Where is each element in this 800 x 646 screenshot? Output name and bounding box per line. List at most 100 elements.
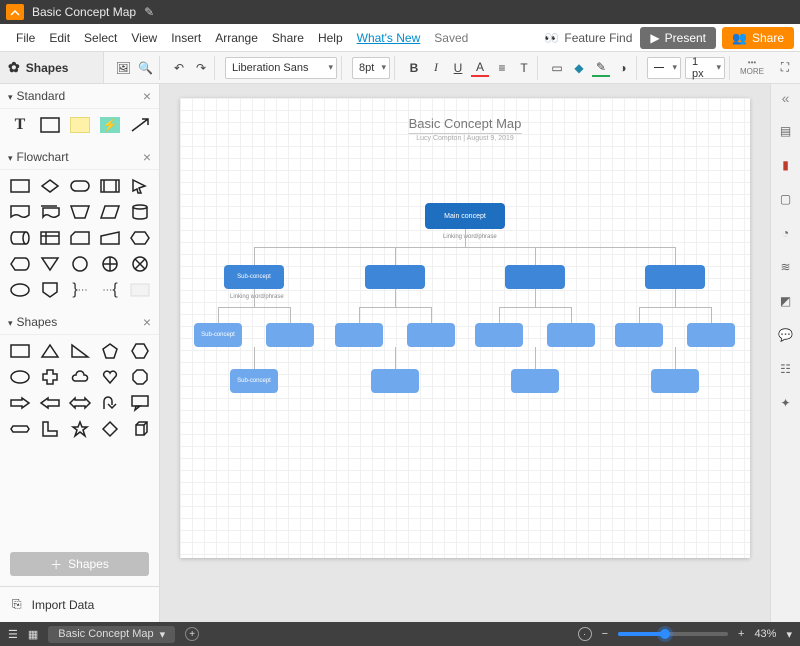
canvas-page[interactable]: Basic Concept Map Lucy Compton | August …	[180, 98, 750, 558]
menu-share[interactable]: Share	[272, 31, 304, 45]
section-shapes[interactable]: ▾Shapes ×	[0, 310, 159, 335]
fc-terminator[interactable]	[68, 176, 92, 196]
sh-banner[interactable]	[8, 419, 32, 439]
search-icon[interactable]: 🔍	[137, 59, 155, 77]
fc-merge[interactable]	[38, 254, 62, 274]
history-icon[interactable]: ◔	[777, 224, 795, 242]
image-icon[interactable]: 🖼	[114, 59, 132, 77]
sh-arr-lr[interactable]	[68, 393, 92, 413]
bold-icon[interactable]: B	[405, 59, 423, 77]
fc-manual-op[interactable]	[68, 202, 92, 222]
node-sub-3[interactable]	[505, 265, 565, 289]
fc-display[interactable]	[8, 254, 32, 274]
font-size-select[interactable]: 8pt	[352, 57, 390, 79]
text-shape[interactable]: T	[8, 115, 32, 135]
node-r3-1[interactable]: Sub-concept	[194, 323, 242, 347]
sh-rect[interactable]	[8, 341, 32, 361]
gear-icon[interactable]: ✿	[8, 59, 20, 76]
sh-arr-r[interactable]	[8, 393, 32, 413]
border-color-icon[interactable]: ✎	[592, 59, 610, 77]
zoom-fit-icon[interactable]: ·	[578, 627, 592, 641]
fc-data[interactable]	[98, 202, 122, 222]
menu-arrange[interactable]: Arrange	[215, 31, 258, 45]
fc-process[interactable]	[8, 176, 32, 196]
fc-brace-open[interactable]: }⋯	[68, 280, 92, 300]
page-tab[interactable]: Basic Concept Map▾	[48, 626, 175, 643]
fc-card[interactable]	[68, 228, 92, 248]
align-icon[interactable]: ≡	[493, 59, 511, 77]
node-sub-1[interactable]: Sub-concept	[224, 265, 284, 289]
sh-lsh[interactable]	[38, 419, 62, 439]
node-sub-2[interactable]	[365, 265, 425, 289]
node-r3-5[interactable]	[475, 323, 523, 347]
fc-direct[interactable]	[8, 228, 32, 248]
chat-icon[interactable]: 💬	[777, 326, 795, 344]
canvas-area[interactable]: Basic Concept Map Lucy Compton | August …	[160, 84, 770, 622]
node-r4-1[interactable]: Sub-concept	[230, 369, 278, 393]
comments-icon[interactable]: ▮	[777, 156, 795, 174]
sh-cross[interactable]	[38, 367, 62, 387]
fc-database[interactable]	[128, 202, 152, 222]
arrow-shape[interactable]	[128, 115, 152, 135]
collapse-icon[interactable]: «	[782, 90, 790, 106]
fc-offpage[interactable]	[38, 280, 62, 300]
feature-find[interactable]: 👀 Feature Find	[544, 31, 632, 45]
fill-color-icon[interactable]: ◆	[570, 59, 588, 77]
document-title[interactable]: Basic Concept Map	[32, 5, 136, 19]
zoom-value[interactable]: 43%	[754, 628, 776, 640]
sh-rtri[interactable]	[68, 341, 92, 361]
node-r3-2[interactable]	[266, 323, 314, 347]
menu-whats-new[interactable]: What's New	[357, 31, 421, 45]
fc-internal[interactable]	[38, 228, 62, 248]
toolbar-more[interactable]: •••MORE	[740, 59, 764, 77]
add-page-icon[interactable]: +	[185, 627, 199, 641]
node-sub-4[interactable]	[645, 265, 705, 289]
redo-icon[interactable]: ↷	[192, 59, 210, 77]
node-main-concept[interactable]: Main concept	[425, 203, 505, 229]
fc-decision[interactable]	[38, 176, 62, 196]
close-icon[interactable]: ×	[143, 314, 151, 330]
menu-edit[interactable]: Edit	[49, 31, 70, 45]
fc-predefined[interactable]	[98, 176, 122, 196]
close-icon[interactable]: ×	[143, 149, 151, 165]
menu-help[interactable]: Help	[318, 31, 343, 45]
fc-manual-input[interactable]	[98, 228, 122, 248]
node-r4-3[interactable]	[511, 369, 559, 393]
line-style-select[interactable]	[647, 57, 681, 79]
menu-insert[interactable]: Insert	[171, 31, 201, 45]
sh-oct[interactable]	[128, 367, 152, 387]
sh-hex[interactable]	[128, 341, 152, 361]
layers-icon[interactable]: ≋	[777, 258, 795, 276]
sh-diamond[interactable]	[98, 419, 122, 439]
fc-or[interactable]	[128, 254, 152, 274]
text-color-icon[interactable]: A	[471, 59, 489, 77]
fc-document[interactable]	[8, 202, 32, 222]
menu-select[interactable]: Select	[84, 31, 117, 45]
grid-icon[interactable]: ▦	[28, 628, 38, 641]
fc-prep[interactable]	[128, 228, 152, 248]
italic-icon[interactable]: I	[427, 59, 445, 77]
actions-icon[interactable]: ✦	[777, 394, 795, 412]
add-shapes-button[interactable]: ＋ Shapes	[10, 552, 149, 576]
shape-style-icon[interactable]: ◑	[614, 59, 632, 77]
sh-tri[interactable]	[38, 341, 62, 361]
node-r3-6[interactable]	[547, 323, 595, 347]
node-r4-4[interactable]	[651, 369, 699, 393]
fill-icon[interactable]: ▭	[548, 59, 566, 77]
fullscreen-icon[interactable]: ⛶	[776, 59, 794, 77]
node-r3-7[interactable]	[615, 323, 663, 347]
line-width-select[interactable]: 1 px	[685, 57, 725, 79]
presentation-icon[interactable]: ▢	[777, 190, 795, 208]
zoom-in-icon[interactable]: +	[738, 628, 744, 640]
rect-shape[interactable]	[38, 115, 62, 135]
fc-collate[interactable]	[8, 280, 32, 300]
node-r3-4[interactable]	[407, 323, 455, 347]
close-icon[interactable]: ×	[143, 88, 151, 104]
list-icon[interactable]: ☰	[8, 628, 18, 641]
section-standard[interactable]: ▾Standard ×	[0, 84, 159, 109]
section-flowchart[interactable]: ▾Flowchart ×	[0, 145, 159, 170]
node-r4-2[interactable]	[371, 369, 419, 393]
menu-view[interactable]: View	[131, 31, 157, 45]
undo-icon[interactable]: ↶	[170, 59, 188, 77]
fc-blank[interactable]	[128, 280, 152, 300]
